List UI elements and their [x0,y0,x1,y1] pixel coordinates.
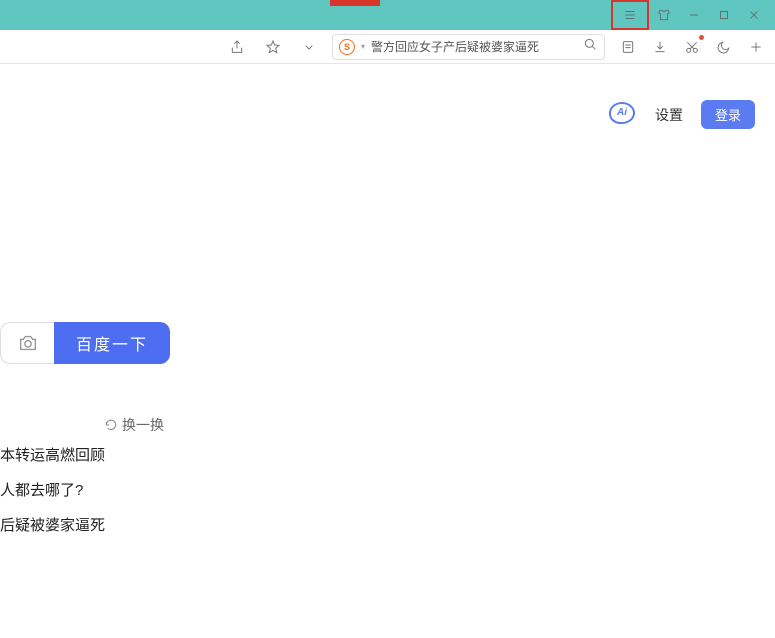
tab-indicator [330,0,380,6]
moon-icon [716,39,732,55]
chevron-down-icon [301,39,317,55]
ai-button[interactable]: Ai [609,102,637,128]
close-icon [747,8,761,22]
scissors-icon [684,39,700,55]
refresh-label: 换一换 [122,415,164,435]
menu-button-highlight [611,0,649,30]
page-header-right: Ai 设置 登录 [609,100,755,129]
engine-caret-icon: ▾ [361,42,365,51]
screenshot-button[interactable] [679,34,705,60]
shirt-icon [657,8,671,22]
toolbar-right-icons [615,34,769,60]
address-text: 警方回应女子产后疑被婆家逼死 [371,38,576,55]
toolbar-left-icons [224,34,322,60]
search-icon [582,36,598,52]
close-button[interactable] [739,0,769,30]
download-icon [652,39,668,55]
news-item[interactable]: 人都去哪了? [0,479,105,500]
night-mode-button[interactable] [711,34,737,60]
news-list: 本转运高燃回顾 人都去哪了? 后疑被婆家逼死 [0,444,105,535]
camera-icon [17,332,39,354]
window-title-bar [0,0,775,30]
new-tab-button[interactable] [743,34,769,60]
reader-button[interactable] [615,34,641,60]
share-button[interactable] [224,34,250,60]
address-box[interactable]: S ▾ 警方回应女子产后疑被婆家逼死 [332,34,605,60]
minimize-button[interactable] [679,0,709,30]
share-icon [229,39,245,55]
news-item[interactable]: 后疑被婆家逼死 [0,514,105,535]
address-toolbar: S ▾ 警方回应女子产后疑被婆家逼死 [0,30,775,64]
settings-link[interactable]: 设置 [655,105,683,125]
login-button[interactable]: 登录 [701,100,755,129]
sogou-icon: S [339,39,355,55]
plus-icon [748,39,764,55]
search-button[interactable]: 百度一下 [54,322,170,364]
refresh-link[interactable]: 换一换 [104,415,164,435]
refresh-icon [104,418,118,432]
search-bar: 百度一下 [0,322,170,364]
minimize-icon [687,8,701,22]
star-icon [265,39,281,55]
hamburger-icon [623,8,637,22]
extension-button[interactable] [649,0,679,30]
history-dropdown[interactable] [296,34,322,60]
download-button[interactable] [647,34,673,60]
address-search-button[interactable] [582,36,598,57]
menu-button[interactable] [615,0,645,30]
ai-icon: Ai [609,102,635,124]
scroll-icon [620,39,636,55]
news-item[interactable]: 本转运高燃回顾 [0,444,105,465]
image-search-button[interactable] [0,322,54,364]
maximize-icon [717,8,731,22]
favorite-button[interactable] [260,34,286,60]
maximize-button[interactable] [709,0,739,30]
